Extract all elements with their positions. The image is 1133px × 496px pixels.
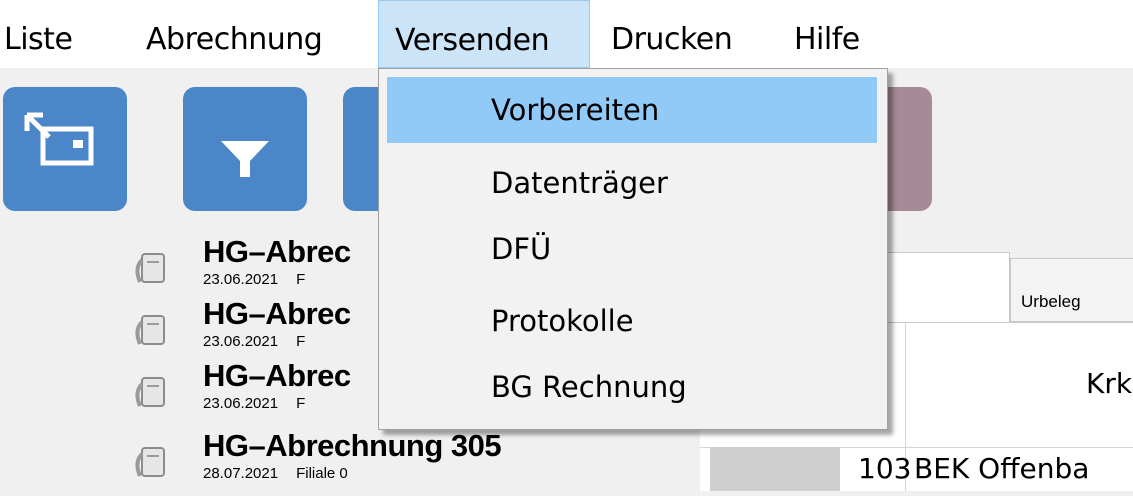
filter-icon — [221, 141, 269, 177]
filter-button[interactable] — [183, 87, 307, 211]
menu-item-protokolle[interactable]: Protokolle — [387, 288, 877, 354]
menu-item-vorbereiten[interactable]: Vorbereiten — [387, 77, 877, 143]
export-card-icon — [24, 112, 94, 166]
document-icon — [135, 253, 165, 283]
grid-header-krk: Krk — [1086, 367, 1133, 400]
list-item-subtitle: 28.07.2021 Filiale 0 — [203, 465, 348, 482]
document-icon — [135, 447, 165, 477]
menu-liste[interactable]: Liste — [4, 0, 73, 68]
menu-bar: Liste Abrechnung Versenden Drucken Hilfe — [0, 0, 1133, 68]
list-item-subtitle: 23.06.2021 F — [203, 333, 306, 350]
document-icon — [135, 377, 165, 407]
menu-item-datentraeger[interactable]: Datenträger — [387, 150, 877, 216]
menu-abrechnung[interactable]: Abrechnung — [146, 0, 323, 68]
menu-item-bg-rechnung[interactable]: BG Rechnung — [387, 354, 877, 420]
document-icon — [135, 315, 165, 345]
tab-urbeleg[interactable]: Urbeleg — [1010, 258, 1133, 322]
menu-item-dfue[interactable]: DFÜ — [387, 216, 877, 282]
menu-versenden[interactable]: Versenden — [378, 0, 590, 68]
list-item-title: HG–Abrec — [203, 296, 351, 331]
list-item[interactable]: HG–Abrechnung 305 28.07.2021 Filiale 0 — [0, 428, 660, 496]
menu-drucken[interactable]: Drucken — [611, 0, 733, 68]
list-item-subtitle: 23.06.2021 F — [203, 271, 306, 288]
menu-hilfe[interactable]: Hilfe — [794, 0, 860, 68]
export-button[interactable] — [3, 87, 127, 211]
grid-cell-name[interactable]: BEK Offenba — [914, 447, 1089, 491]
grid-row-selector[interactable] — [710, 447, 840, 491]
list-item-title: HG–Abrechnung 305 — [203, 428, 502, 463]
list-item-title: HG–Abrec — [203, 358, 351, 393]
grid-cell-number[interactable]: 103 — [858, 447, 911, 491]
list-item-subtitle: 23.06.2021 F — [203, 395, 306, 412]
versenden-dropdown: Vorbereiten Datenträger DFÜ Protokolle B… — [378, 68, 888, 430]
list-item-title: HG–Abrec — [203, 234, 351, 269]
